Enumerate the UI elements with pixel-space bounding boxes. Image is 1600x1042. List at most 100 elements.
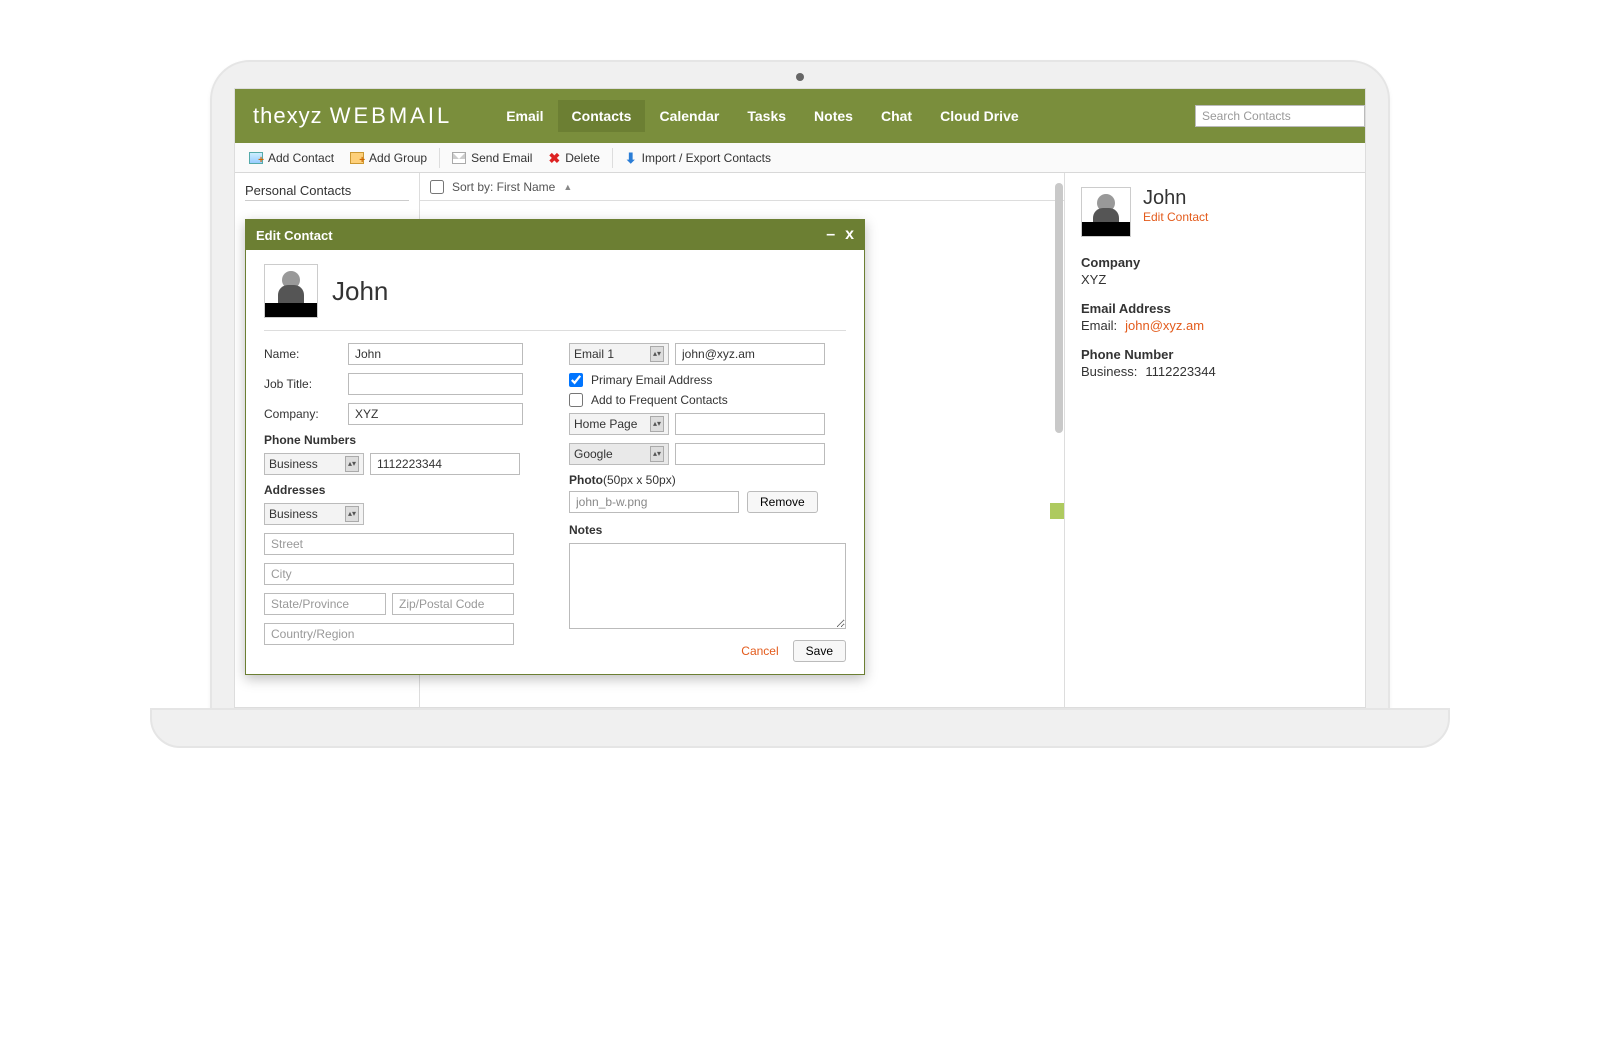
frequent-contacts-checkbox[interactable] — [569, 393, 583, 407]
search-engine-select[interactable]: Google ▴▾ — [569, 443, 669, 465]
chevron-updown-icon: ▴▾ — [650, 416, 664, 432]
dialog-title: Edit Contact — [256, 228, 333, 243]
company-value: XYZ — [1081, 272, 1349, 287]
nav-calendar[interactable]: Calendar — [645, 100, 733, 132]
brand-part1: thexyz — [253, 103, 323, 128]
action-toolbar: Add Contact Add Group Send Email ✖ Delet… — [235, 143, 1365, 173]
chevron-updown-icon: ▴▾ — [650, 446, 664, 462]
edit-contact-dialog: Edit Contact – x John Name — [245, 219, 865, 675]
nav-email[interactable]: Email — [492, 100, 557, 132]
toolbar-separator — [439, 148, 440, 168]
edit-contact-link[interactable]: Edit Contact — [1143, 210, 1208, 224]
name-field[interactable] — [348, 343, 523, 365]
address-section-label: Addresses — [264, 483, 541, 497]
dialog-contact-name: John — [332, 276, 388, 307]
send-email-button[interactable]: Send Email — [444, 148, 540, 168]
select-all-checkbox[interactable] — [430, 180, 444, 194]
dialog-titlebar[interactable]: Edit Contact – x — [246, 220, 864, 250]
phone-value: 1112223344 — [1145, 364, 1215, 379]
email-type-select[interactable]: Email 1 ▴▾ — [569, 343, 669, 365]
chevron-updown-icon: ▴▾ — [650, 346, 664, 362]
nav-notes[interactable]: Notes — [800, 100, 867, 132]
send-email-label: Send Email — [471, 151, 532, 165]
email-field[interactable] — [675, 343, 825, 365]
delete-label: Delete — [565, 151, 600, 165]
contact-name: John — [1143, 187, 1208, 210]
search-engine-value: Google — [574, 447, 613, 461]
add-contact-button[interactable]: Add Contact — [241, 148, 342, 168]
cancel-button[interactable]: Cancel — [741, 644, 778, 658]
laptop-camera — [796, 73, 804, 81]
notes-label: Notes — [569, 523, 846, 537]
homepage-value: Home Page — [574, 417, 637, 431]
email-type-value: Email 1 — [574, 347, 614, 361]
street-field[interactable] — [264, 533, 514, 555]
chevron-updown-icon: ▴▾ — [345, 506, 359, 522]
jobtitle-field[interactable] — [348, 373, 523, 395]
contact-details-pane: John Edit Contact Company XYZ Email Addr… — [1065, 173, 1365, 707]
import-export-label: Import / Export Contacts — [642, 151, 771, 165]
sidebar-item-personal-contacts[interactable]: Personal Contacts — [245, 181, 409, 201]
company-label: Company — [1081, 255, 1349, 270]
sort-header[interactable]: Sort by: First Name ▲ — [420, 173, 1064, 201]
notes-textarea[interactable] — [569, 543, 846, 629]
selection-indicator — [1050, 503, 1064, 519]
add-contact-icon — [249, 152, 263, 164]
email-key: Email: — [1081, 318, 1117, 333]
address-type-select[interactable]: Business ▴▾ — [264, 503, 364, 525]
photo-dimensions: (50px x 50px) — [603, 473, 676, 487]
photo-label: Photo — [569, 473, 603, 487]
nav-cloud-drive[interactable]: Cloud Drive — [926, 100, 1033, 132]
photo-file-field[interactable] — [569, 491, 739, 513]
nav-contacts[interactable]: Contacts — [558, 100, 646, 132]
company-label: Company: — [264, 407, 338, 421]
name-label: Name: — [264, 347, 338, 361]
primary-email-checkbox[interactable] — [569, 373, 583, 387]
zip-field[interactable] — [392, 593, 514, 615]
phone-type-value: Business — [269, 457, 318, 471]
import-export-button[interactable]: ⬇ Import / Export Contacts — [617, 148, 779, 168]
add-group-label: Add Group — [369, 151, 427, 165]
envelope-icon — [452, 152, 466, 164]
close-icon[interactable]: x — [845, 226, 854, 244]
sort-arrow-icon: ▲ — [563, 182, 572, 192]
phone-number-field[interactable] — [370, 453, 520, 475]
app-screen: thexyz WEBMAIL Email Contacts Calendar T… — [234, 88, 1366, 708]
frequent-contacts-label: Add to Frequent Contacts — [591, 393, 728, 407]
laptop-base — [150, 708, 1450, 748]
remove-photo-button[interactable]: Remove — [747, 491, 818, 513]
add-group-button[interactable]: Add Group — [342, 148, 435, 168]
avatar — [1081, 187, 1131, 237]
scrollbar[interactable] — [1054, 173, 1064, 707]
dialog-avatar — [264, 264, 318, 318]
top-nav: thexyz WEBMAIL Email Contacts Calendar T… — [235, 89, 1365, 143]
country-field[interactable] — [264, 623, 514, 645]
search-input[interactable] — [1195, 105, 1365, 127]
chevron-updown-icon: ▴▾ — [345, 456, 359, 472]
save-button[interactable]: Save — [793, 640, 846, 662]
sort-label: Sort by: First Name — [452, 180, 555, 194]
city-field[interactable] — [264, 563, 514, 585]
nav-tasks[interactable]: Tasks — [733, 100, 800, 132]
jobtitle-label: Job Title: — [264, 377, 338, 391]
phone-section-label: Phone Numbers — [264, 433, 541, 447]
homepage-field[interactable] — [675, 413, 825, 435]
delete-button[interactable]: ✖ Delete — [540, 148, 607, 168]
phone-key: Business: — [1081, 364, 1137, 379]
brand-logo: thexyz WEBMAIL — [253, 103, 452, 129]
scrollbar-thumb[interactable] — [1055, 183, 1063, 433]
brand-part2: WEBMAIL — [330, 103, 452, 128]
address-type-value: Business — [269, 507, 318, 521]
company-field[interactable] — [348, 403, 523, 425]
phone-type-select[interactable]: Business ▴▾ — [264, 453, 364, 475]
state-field[interactable] — [264, 593, 386, 615]
add-group-icon — [350, 152, 364, 164]
delete-icon: ✖ — [548, 152, 560, 164]
primary-email-label: Primary Email Address — [591, 373, 712, 387]
homepage-select[interactable]: Home Page ▴▾ — [569, 413, 669, 435]
email-label: Email Address — [1081, 301, 1349, 316]
email-value[interactable]: john@xyz.am — [1125, 318, 1204, 333]
minimize-icon[interactable]: – — [826, 226, 835, 244]
nav-chat[interactable]: Chat — [867, 100, 926, 132]
search-engine-field[interactable] — [675, 443, 825, 465]
